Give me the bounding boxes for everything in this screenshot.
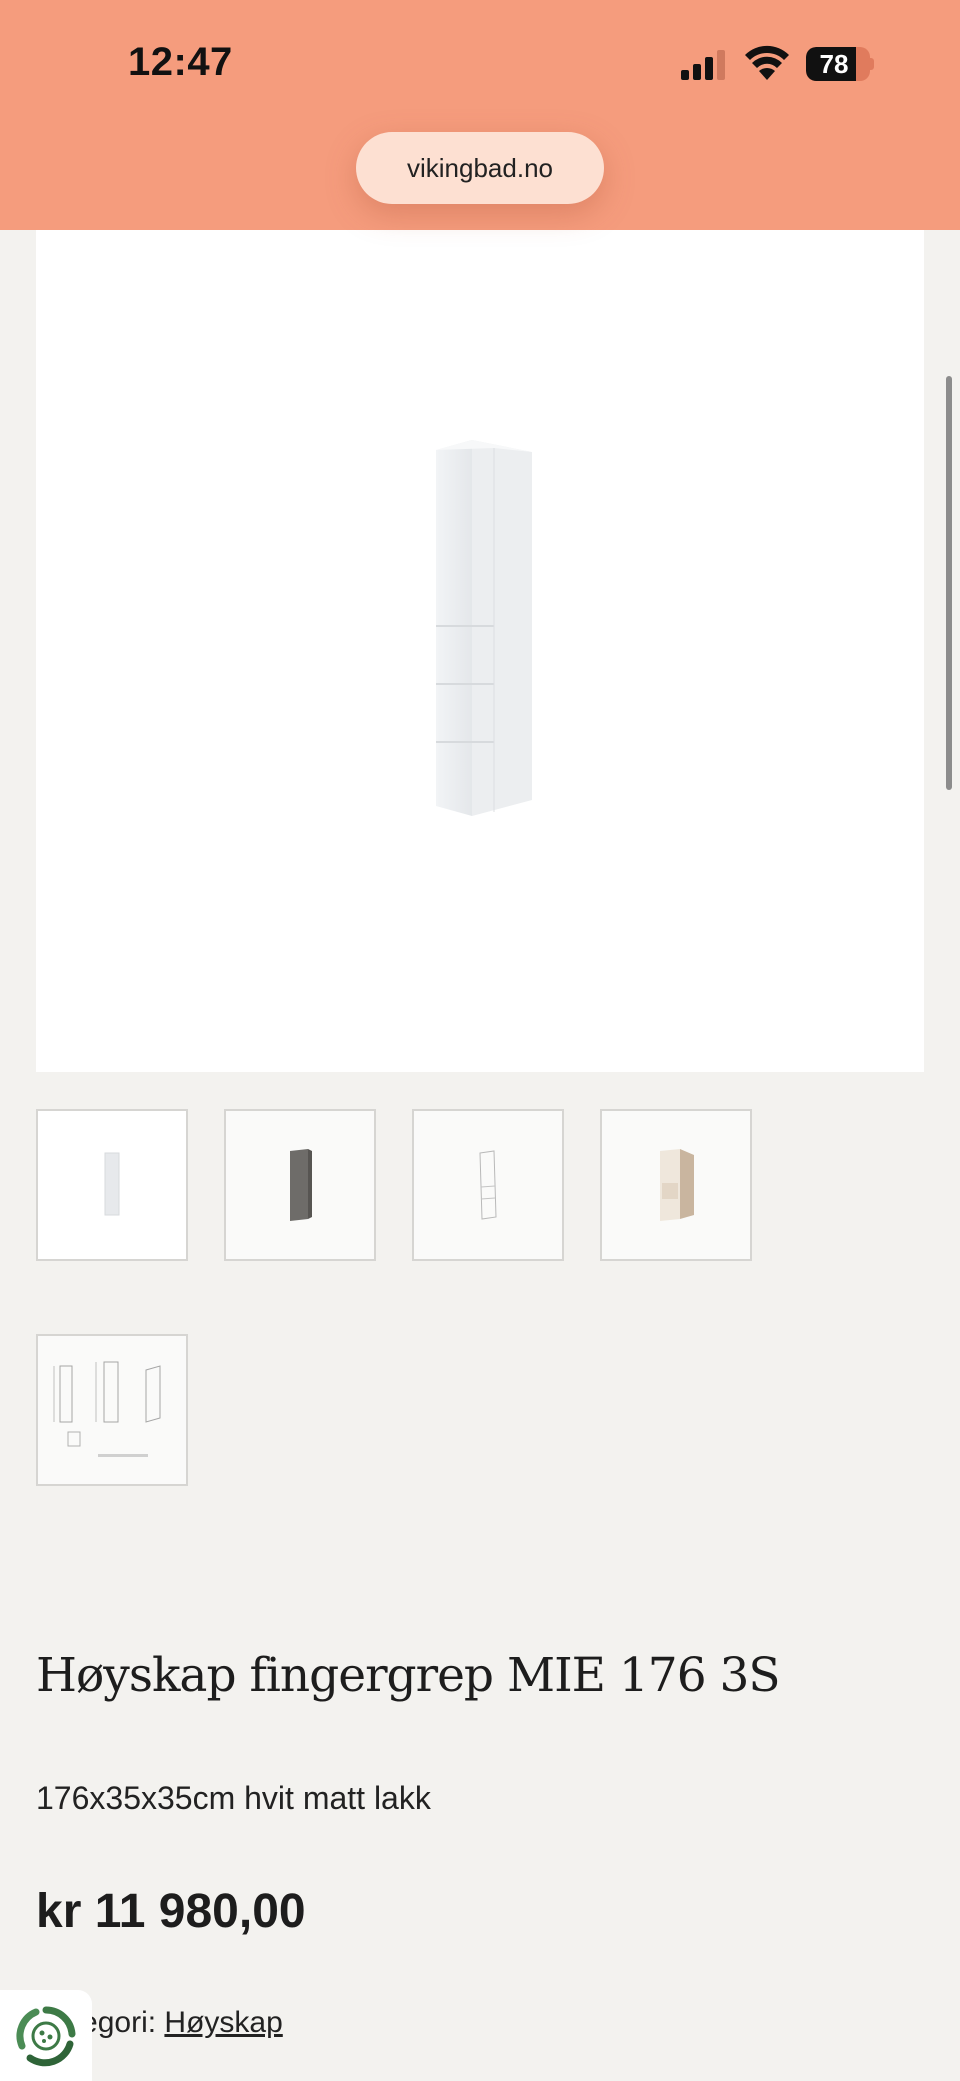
page-scrollbar[interactable]: [946, 376, 952, 790]
product-main-image[interactable]: [36, 230, 924, 1072]
tall-cabinet-image: [436, 440, 532, 816]
product-title: Høyskap fingergrep MIE 176 3S: [36, 1648, 781, 1703]
grey-cabinet-thumbnail[interactable]: [224, 1109, 376, 1261]
status-bar: 12:47 78 vikingbad.no: [0, 0, 960, 230]
signal-icon: [681, 50, 725, 80]
wifi-icon: [745, 45, 789, 80]
status-time: 12:47: [128, 40, 233, 84]
open-cabinet-icon: [660, 1149, 694, 1221]
white-cabinet-icon: [104, 1152, 120, 1216]
battery-nub: [870, 58, 874, 70]
battery-indicator: 78: [806, 47, 874, 81]
cookie-settings-button[interactable]: [0, 1990, 92, 2081]
line-drawing-icon: [479, 1150, 497, 1220]
technical-drawing-thumbnail[interactable]: [36, 1334, 188, 1486]
battery-percent: 78: [819, 49, 849, 79]
product-price: kr 11 980,00: [36, 1885, 306, 1938]
url-bar[interactable]: vikingbad.no: [356, 132, 604, 204]
open-cabinet-thumbnail[interactable]: [600, 1109, 752, 1261]
category-link[interactable]: Høyskap: [164, 2006, 282, 2039]
cookie-settings-icon: [16, 2005, 76, 2066]
line-drawing-thumbnail[interactable]: [412, 1109, 564, 1261]
product-description: 176x35x35cm hvit matt lakk: [36, 1780, 431, 1816]
white-cabinet-thumbnail[interactable]: [36, 1109, 188, 1261]
grey-cabinet-icon: [290, 1149, 312, 1221]
url-text: vikingbad.no: [407, 152, 553, 183]
technical-drawing-icon: [53, 1361, 161, 1457]
